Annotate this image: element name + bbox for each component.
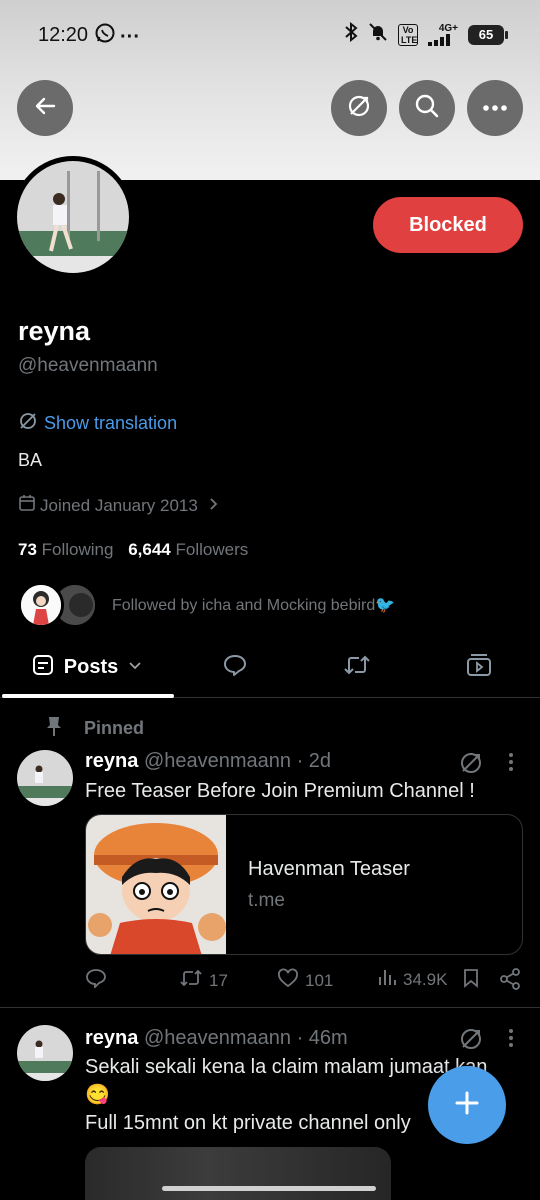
search-icon <box>414 93 440 124</box>
link-card[interactable]: Havenman Teaser t.me <box>85 814 523 955</box>
show-translation-label: Show translation <box>44 413 178 433</box>
blocked-button[interactable]: Blocked <box>373 197 523 253</box>
pinned-label: Pinned <box>84 718 145 738</box>
post-divider <box>0 1007 540 1008</box>
back-button[interactable] <box>17 80 73 136</box>
back-arrow-icon <box>34 95 56 122</box>
reply-button[interactable] <box>85 968 107 993</box>
bookmark-icon <box>463 968 479 993</box>
post-media-preview[interactable] <box>85 1147 391 1200</box>
profile-bio: BA <box>18 450 43 470</box>
link-card-thumbnail <box>86 815 226 954</box>
translate-small-icon <box>18 411 38 436</box>
tab-media[interactable] <box>434 636 524 698</box>
post-handle-time: @heavenmaann · 2d <box>143 750 332 772</box>
views-chart-icon <box>377 968 397 991</box>
following-link[interactable]: 73 Following <box>18 540 123 559</box>
follow-stats: 73 Following 6,644 Followers <box>18 540 258 560</box>
post-more-icon[interactable] <box>508 1028 514 1053</box>
more-options-button[interactable] <box>467 80 523 136</box>
post-text: Free Teaser Before Join Premium Channel … <box>85 780 475 802</box>
post-avatar[interactable] <box>17 750 73 806</box>
heart-icon <box>277 968 299 993</box>
profile-tabs: Posts <box>0 636 540 698</box>
show-translation-link[interactable]: Show translation <box>18 411 177 436</box>
posts-icon <box>32 654 54 681</box>
chevron-down-icon <box>128 658 142 676</box>
volte-icon: Vo LTE <box>398 23 418 46</box>
status-time: 12:20 <box>38 24 89 46</box>
search-button[interactable] <box>399 80 455 136</box>
profile-avatar[interactable] <box>12 156 134 278</box>
bookmark-button[interactable] <box>463 968 479 993</box>
like-button[interactable]: 101 <box>277 968 333 993</box>
more-notifications-icon: ··· <box>120 26 140 48</box>
pin-icon <box>46 715 62 742</box>
tab-posts-label: Posts <box>63 655 119 678</box>
share-button[interactable] <box>499 968 521 995</box>
active-tab-indicator <box>2 694 174 698</box>
followed-by-text: Followed by icha and Mocking bebird🐦 <box>112 597 396 614</box>
like-count: 101 <box>305 970 334 990</box>
followers-link[interactable]: 6,644 Followers <box>128 540 258 559</box>
followed-by[interactable]: Followed by icha and Mocking bebird🐦 <box>18 582 395 628</box>
profile-handle: @heavenmaann <box>18 355 158 376</box>
chevron-right-icon <box>208 496 218 516</box>
media-icon <box>466 653 492 682</box>
battery-icon: 65 <box>468 24 508 45</box>
post-header: reyna @heavenmaann · 46m <box>85 1027 348 1050</box>
profile-display-name: reyna <box>18 316 91 346</box>
translate-button[interactable] <box>331 80 387 136</box>
post-avatar[interactable] <box>17 1025 73 1081</box>
repost-icon <box>343 653 371 682</box>
plus-icon <box>454 1090 480 1121</box>
bluetooth-icon <box>344 21 358 47</box>
link-card-title: Havenman Teaser <box>248 858 410 880</box>
follower-avatar <box>18 582 64 628</box>
post-author-name[interactable]: reyna <box>85 750 138 772</box>
views-button[interactable]: 34.9K <box>377 968 447 991</box>
views-count: 34.9K <box>403 969 448 989</box>
repost-icon <box>179 968 203 993</box>
post-more-icon[interactable] <box>508 752 514 777</box>
home-indicator[interactable] <box>162 1186 376 1191</box>
post-header: reyna @heavenmaann · 2d <box>85 750 331 773</box>
repost-count: 17 <box>209 970 228 990</box>
post-author-name[interactable]: reyna <box>85 1027 138 1049</box>
reply-bubble-icon <box>222 653 248 682</box>
more-dots-icon <box>482 99 508 117</box>
status-bar: 12:20 ··· Vo LTE 4G+ 65 <box>0 0 540 70</box>
link-card-domain: t.me <box>248 890 285 911</box>
joined-date[interactable]: Joined January 2013 <box>18 494 218 517</box>
compose-fab-button[interactable] <box>428 1066 506 1144</box>
tab-posts[interactable]: Posts <box>0 636 174 698</box>
calendar-icon <box>18 494 36 517</box>
mute-bell-icon <box>368 22 388 47</box>
tab-reposts[interactable] <box>312 636 402 698</box>
post-handle-time: @heavenmaann · 46m <box>143 1027 348 1049</box>
repost-button[interactable]: 17 <box>179 968 228 993</box>
tab-replies[interactable] <box>190 636 280 698</box>
pinned-indicator: Pinned <box>46 715 144 742</box>
joined-label: Joined January 2013 <box>40 495 198 515</box>
reply-icon <box>85 968 107 993</box>
share-icon <box>499 968 521 995</box>
whatsapp-icon <box>94 22 116 49</box>
translate-icon <box>346 93 372 124</box>
signal-icon: 4G+ <box>428 23 458 46</box>
post-actions: 17 101 34.9K <box>85 968 525 996</box>
